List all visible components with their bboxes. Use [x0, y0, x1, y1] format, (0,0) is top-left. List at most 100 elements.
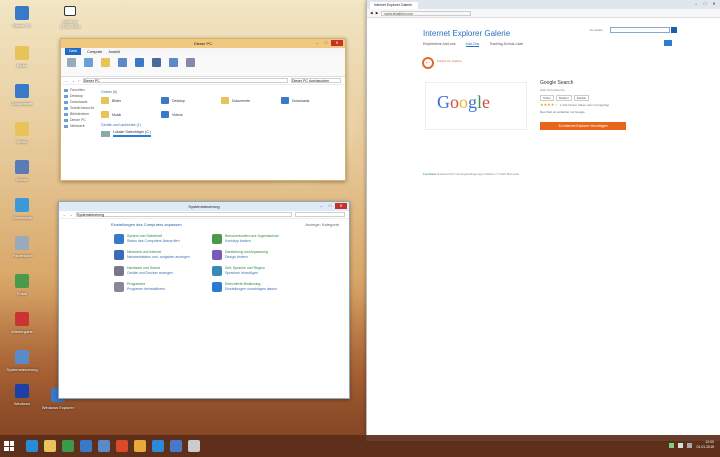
forward-icon[interactable]: →	[70, 213, 74, 217]
back-icon[interactable]: ←	[65, 79, 69, 83]
desktop-icon[interactable]: Windows	[2, 384, 42, 406]
back-arrow-icon[interactable]: ←	[422, 57, 434, 69]
taskbar-ie-icon[interactable]	[26, 440, 38, 452]
gallery-search-input[interactable]	[610, 27, 670, 33]
control-category[interactable]: Zeit, Sprache und Region Sprachen hinzufü…	[212, 266, 302, 276]
minimize-button[interactable]: –	[692, 1, 700, 7]
taskbar-folder-icon[interactable]	[134, 440, 146, 452]
tab-view[interactable]: Ansicht	[109, 50, 120, 54]
control-search-field[interactable]	[295, 212, 345, 217]
control-category[interactable]: Erleichterte Bedienung Einstellungen vors…	[212, 282, 302, 292]
close-button[interactable]: ✕	[335, 203, 347, 209]
close-button[interactable]: ✕	[331, 40, 343, 46]
taskbar-control-icon[interactable]	[98, 440, 110, 452]
control-category[interactable]: Hardware und Sound Geräte und Drucker anz…	[114, 266, 202, 276]
desktop-icon[interactable]: Systemsteuerung	[2, 350, 42, 372]
control-category[interactable]: System und Sicherheit Status des Computer…	[114, 234, 202, 244]
forward-icon[interactable]: ▶	[376, 11, 379, 15]
folder-item[interactable]: Downloads	[281, 97, 341, 104]
minimize-button[interactable]: –	[317, 203, 325, 209]
flag-icon[interactable]	[687, 442, 693, 448]
nav-featured[interactable]: Empfohlene Add-ons	[423, 42, 456, 47]
control-titlebar[interactable]: Systemsteuerung – □ ✕	[59, 202, 349, 211]
taskbar-paint-icon[interactable]	[116, 440, 128, 452]
back-icon[interactable]: ←	[63, 213, 67, 217]
network-drive-icon[interactable]	[135, 58, 144, 67]
control-category[interactable]: Darstellung und Anpassung Design ändern	[212, 250, 302, 260]
desktop-icon[interactable]: Dieser PC	[2, 6, 42, 28]
desktop-icon[interactable]: Bilder	[2, 46, 42, 68]
feedback-link[interactable]: Feedback	[423, 172, 436, 176]
share-button[interactable]: Teilen	[540, 95, 554, 101]
maximize-button[interactable]: □	[701, 1, 709, 7]
maximize-button[interactable]: □	[322, 40, 330, 46]
folder-item[interactable]: Bilder	[101, 97, 161, 104]
view-selector[interactable]: Anzeige: Kategorie	[305, 222, 339, 227]
settings-icon[interactable]	[169, 58, 178, 67]
nav-tracking[interactable]: Tracking-Schutz-Liste	[489, 42, 523, 47]
category-link[interactable]: Design ändern	[225, 255, 248, 259]
desktop-file[interactable]: Datei.txt 01.01.2015	[52, 6, 88, 29]
category-link[interactable]: Netzwerkstatus und -aufgaben anzeigen	[127, 255, 190, 259]
folder-item[interactable]: Desktop	[161, 97, 221, 104]
url-field[interactable]: www.iegallery.com	[381, 10, 472, 16]
category-link[interactable]: Kontotyp ändern	[225, 239, 251, 243]
clock[interactable]: 12:00 01.01.2015	[696, 440, 714, 450]
volume-icon[interactable]	[678, 442, 684, 448]
taskbar-media-icon[interactable]	[80, 440, 92, 452]
category-link[interactable]: Status des Computers überprüfen	[127, 239, 180, 243]
taskbar-explorer-icon[interactable]	[44, 440, 56, 452]
desktop-icon[interactable]: Videos	[2, 160, 42, 182]
drive-c[interactable]: Lokaler Datenträger (C:)	[101, 130, 341, 137]
category-link[interactable]: Einstellungen vorschlagen lassen	[225, 287, 277, 291]
rename-icon[interactable]	[101, 58, 110, 67]
category-link[interactable]: Sprachen hinzufügen	[225, 271, 258, 275]
search-field[interactable]: Dieser PC durchsuchen	[291, 78, 341, 83]
control-category[interactable]: Netzwerk und Internet Netzwerkstatus und …	[114, 250, 202, 260]
start-button[interactable]	[4, 441, 14, 451]
taskbar-notes-icon[interactable]	[188, 440, 200, 452]
taskbar-store-icon[interactable]	[62, 440, 74, 452]
explorer-titlebar[interactable]: Dieser PC – □ ✕	[61, 39, 345, 48]
network-icon[interactable]	[669, 442, 675, 448]
media-icon[interactable]	[118, 58, 127, 67]
gallery-icon[interactable]	[664, 40, 672, 46]
add-to-ie-button[interactable]: Zu Internet Explorer hinzufügen	[540, 122, 626, 130]
nav-addons[interactable]: Add-Ons	[465, 42, 480, 47]
up-icon[interactable]: ↑	[78, 79, 80, 83]
nav-item[interactable]: Netzwerk	[64, 123, 100, 129]
address-field[interactable]: Dieser PC	[82, 78, 288, 83]
control-address-field[interactable]: Systemsteuerung	[76, 212, 292, 217]
system-icon[interactable]	[186, 58, 195, 67]
tab-computer[interactable]: Computer	[87, 50, 102, 54]
desktop-icon[interactable]: Wiedergabe	[2, 312, 42, 334]
browser-tab[interactable]: Internet Explorer Galerie	[370, 2, 418, 9]
report-button[interactable]: Melden	[555, 95, 572, 101]
desktop-icon[interactable]: Papierkorb	[2, 236, 42, 258]
desktop-icon[interactable]: Dokumente	[2, 84, 42, 106]
add-location-icon[interactable]	[152, 58, 161, 67]
minimize-button[interactable]: –	[313, 40, 321, 46]
tab-file[interactable]: Datei	[65, 48, 82, 55]
browser-window[interactable]: Internet Explorer Galerie – □ ✕ ◀ ▶ www.…	[366, 0, 720, 441]
taskbar-skype-icon[interactable]	[152, 440, 164, 452]
file-explorer-window[interactable]: Dieser PC – □ ✕ Datei Computer Ansicht ←…	[60, 38, 346, 181]
desktop-icon[interactable]: Fotos	[2, 274, 42, 296]
category-link[interactable]: Programm deinstallieren	[127, 287, 165, 291]
desktop-icon[interactable]: Musik	[2, 122, 42, 144]
back-icon[interactable]: ◀	[370, 11, 373, 15]
category-link[interactable]: Geräte und Drucker anzeigen	[127, 271, 173, 275]
footer-links[interactable]: Datenschutz Nutzungsbedingungen Marken ©…	[437, 172, 519, 176]
back-to-gallery-link[interactable]: Zurück zur Galerie	[437, 59, 462, 63]
desktop-icon[interactable]: Downloads	[2, 198, 42, 220]
search-icon[interactable]	[671, 27, 677, 33]
maximize-button[interactable]: □	[326, 203, 334, 209]
open-icon[interactable]	[84, 58, 93, 67]
signin-link[interactable]: Anmelden	[589, 28, 603, 32]
control-category[interactable]: Programme Programm deinstallieren	[114, 282, 202, 292]
properties-icon[interactable]	[67, 58, 76, 67]
details-button[interactable]: Details	[573, 95, 589, 101]
folder-item[interactable]: Videos	[161, 111, 221, 118]
taskbar-photo-icon[interactable]	[170, 440, 182, 452]
close-button[interactable]: ✕	[710, 1, 718, 7]
